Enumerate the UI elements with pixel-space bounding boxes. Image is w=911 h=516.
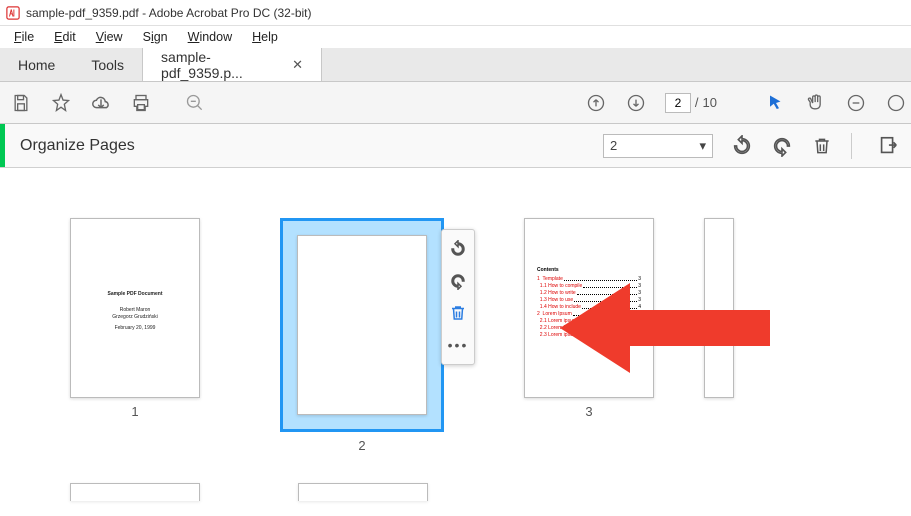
organize-pages-bar: Organize Pages 2 ▾ <box>0 124 911 168</box>
thumbnail-4-partial[interactable] <box>704 218 734 398</box>
thumbnail-row2-1[interactable] <box>70 483 200 501</box>
popup-more-button[interactable]: ••• <box>444 330 472 360</box>
thumbnail-4-page <box>704 218 734 398</box>
tab-home[interactable]: Home <box>0 48 73 81</box>
thumbnail-3-label: 3 <box>585 404 592 419</box>
tab-strip: Home Tools sample-pdf_9359.p... ✕ <box>0 48 911 82</box>
zoom-out-icon[interactable] <box>184 92 206 114</box>
popup-delete-button[interactable] <box>444 298 472 328</box>
thumb1-l1: Robert Maron <box>84 307 186 314</box>
extract-icon[interactable] <box>877 135 899 157</box>
page-range-dropdown[interactable]: 2 ▾ <box>603 134 713 158</box>
page-down-icon[interactable] <box>625 92 647 114</box>
thumb1-title: Sample PDF Document <box>84 291 186 298</box>
menu-edit[interactable]: Edit <box>46 28 84 46</box>
save-icon[interactable] <box>10 92 32 114</box>
title-bar: sample-pdf_9359.pdf - Adobe Acrobat Pro … <box>0 0 911 26</box>
thumbnail-action-popup: ••• <box>441 229 475 365</box>
tab-tools[interactable]: Tools <box>73 48 142 81</box>
menu-help[interactable]: Help <box>244 28 286 46</box>
page-number-input[interactable] <box>665 93 691 113</box>
organize-accent <box>0 124 5 167</box>
menu-bar: File Edit View Sign Window Help <box>0 26 911 48</box>
thumb1-l2: Grzegorz Grudziński <box>84 314 186 321</box>
thumbnail-3-page: Contents 1 Template3 1.1 How to compile3… <box>524 218 654 398</box>
select-tool-icon[interactable] <box>765 92 787 114</box>
thumbnail-row2-2[interactable] <box>298 483 428 501</box>
menu-window[interactable]: Window <box>180 28 240 46</box>
menu-sign[interactable]: Sign <box>135 28 176 46</box>
thumbnail-canvas[interactable]: Sample PDF Document Robert Maron Grzegor… <box>0 168 911 516</box>
zoom-in-icon[interactable] <box>885 92 907 114</box>
thumbnail-2[interactable]: ••• 2 <box>280 218 444 453</box>
page-number: / 10 <box>665 93 717 113</box>
page-up-icon[interactable] <box>585 92 607 114</box>
rotate-cw-icon[interactable] <box>771 135 793 157</box>
thumbnail-2-selection: ••• <box>280 218 444 432</box>
app-icon <box>6 6 20 20</box>
menu-file[interactable]: File <box>6 28 42 46</box>
thumb1-l3: February 20, 1999 <box>84 325 186 332</box>
window-title: sample-pdf_9359.pdf - Adobe Acrobat Pro … <box>26 6 312 20</box>
popup-rotate-ccw-button[interactable] <box>444 234 472 264</box>
page-range-value: 2 <box>610 138 617 153</box>
cloud-icon[interactable] <box>90 92 112 114</box>
rotate-ccw-icon[interactable] <box>731 135 753 157</box>
thumbnail-1-page: Sample PDF Document Robert Maron Grzegor… <box>70 218 200 398</box>
thumbnail-1[interactable]: Sample PDF Document Robert Maron Grzegor… <box>70 218 200 419</box>
popup-rotate-cw-button[interactable] <box>444 266 472 296</box>
tab-document-label: sample-pdf_9359.p... <box>161 49 284 81</box>
star-icon[interactable] <box>50 92 72 114</box>
thumbnail-3[interactable]: Contents 1 Template3 1.1 How to compile3… <box>524 218 654 419</box>
thumbnail-1-label: 1 <box>131 404 138 419</box>
organize-title: Organize Pages <box>12 137 135 155</box>
tab-close-button[interactable]: ✕ <box>292 57 303 73</box>
main-toolbar: / 10 <box>0 82 911 124</box>
thumbnail-2-label: 2 <box>358 438 365 453</box>
zoom-out2-icon[interactable] <box>845 92 867 114</box>
delete-icon[interactable] <box>811 135 833 157</box>
hand-tool-icon[interactable] <box>805 92 827 114</box>
page-total: 10 <box>703 95 717 110</box>
dropdown-caret-icon: ▾ <box>699 138 706 154</box>
thumb3-toc-heading: Contents <box>537 267 641 273</box>
print-icon[interactable] <box>130 92 152 114</box>
page-sep: / <box>695 95 699 110</box>
thumbnail-2-page <box>297 235 427 415</box>
tab-document[interactable]: sample-pdf_9359.p... ✕ <box>142 48 322 81</box>
menu-view[interactable]: View <box>88 28 131 46</box>
